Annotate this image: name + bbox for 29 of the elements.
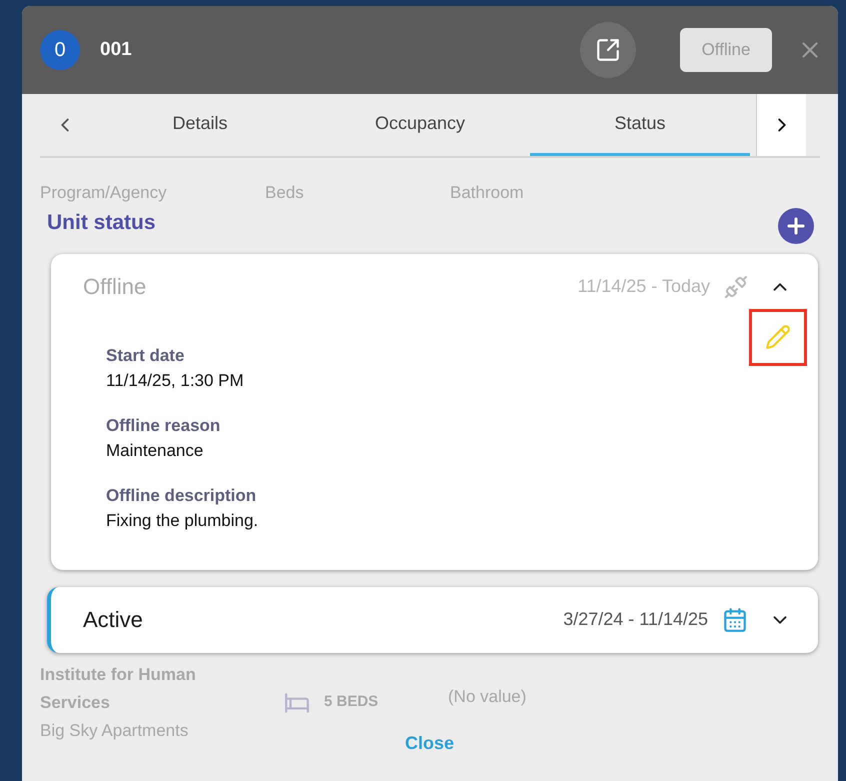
add-status-button[interactable] [778, 208, 814, 244]
avatar-badge: 0 [40, 30, 80, 70]
calendar-icon [722, 606, 748, 632]
tab[interactable]: Status [530, 94, 750, 156]
field-value: Maintenance [106, 440, 204, 462]
edit-button[interactable] [749, 308, 807, 366]
date-range: 3/27/24 - 11/14/25 [563, 608, 708, 631]
beds-count: 5 BEDS [324, 692, 378, 712]
date-range: 11/14/25 - Today [578, 275, 710, 298]
status-name: Active [83, 606, 143, 634]
field-value: Fixing the plumbing. [106, 510, 260, 532]
field-label: Start date [106, 344, 186, 366]
field-value: 11/14/25, 1:30 PM [106, 370, 245, 392]
pencil-icon [765, 324, 791, 350]
site-name: Big Sky Apartments [40, 720, 190, 742]
column-header: Program/Agency [40, 182, 168, 204]
status-name: Offline [83, 273, 146, 301]
section-title: Unit status [47, 210, 156, 236]
tab[interactable]: Details [90, 94, 310, 156]
tab[interactable]: Occupancy [310, 94, 530, 156]
program-name: Institute for Human Services [40, 664, 197, 714]
field-label: Offline reason [106, 414, 222, 436]
external-link-icon [595, 37, 621, 63]
column-header: Beds [265, 182, 305, 204]
field-label: Offline description [106, 484, 258, 506]
bathroom-value: (No value) [448, 686, 526, 708]
column-header: Bathroom [450, 182, 524, 204]
unit-title: 001 [100, 38, 132, 62]
unplugged-icon [724, 274, 748, 298]
